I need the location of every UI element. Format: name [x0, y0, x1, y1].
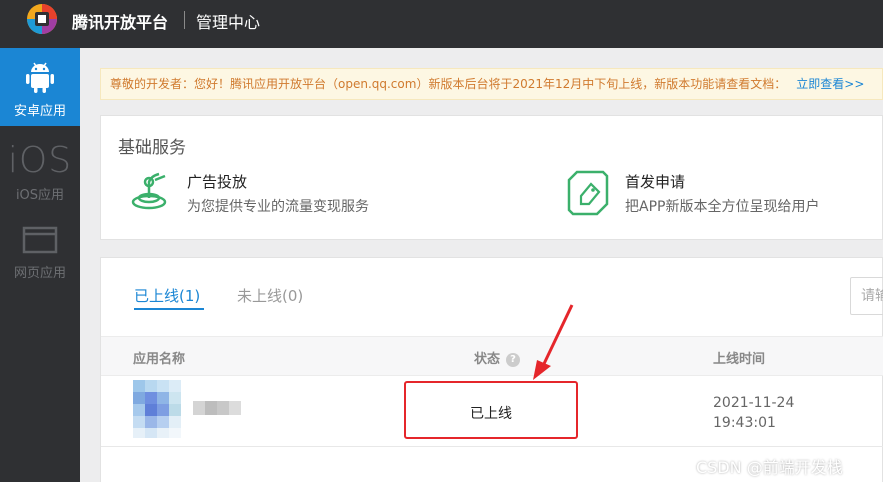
- annotation-arrow-icon: [533, 304, 574, 380]
- service-desc: 为您提供专业的流量变现服务: [187, 199, 369, 215]
- ios-icon: iOS: [7, 140, 73, 181]
- watermark: CSDN @前端开发栈: [696, 458, 843, 477]
- header-divider: [184, 11, 185, 29]
- column-header-status: 状态?: [474, 348, 521, 367]
- ad-delivery-icon: [131, 172, 167, 210]
- sidebar-item-web-apps[interactable]: 网页应用: [0, 216, 80, 294]
- sidebar-item-android-apps[interactable]: 安卓应用: [0, 48, 80, 126]
- table-header: 应用名称 状态? 上线时间: [101, 336, 883, 376]
- section-title[interactable]: 管理中心: [196, 9, 260, 33]
- table-row[interactable]: 已上线 2021-11-24 19:43:01: [101, 376, 883, 447]
- apps-card: 已上线(1) 未上线(0) 请输 应用名称 状态? 上线时间: [100, 257, 883, 482]
- search-placeholder: 请输: [861, 288, 883, 304]
- notice-link[interactable]: 立即查看>>: [796, 77, 864, 91]
- online-clock: 19:43:01: [713, 415, 776, 431]
- sidebar-item-label: 安卓应用: [13, 104, 66, 119]
- tab-online[interactable]: 已上线(1): [134, 285, 200, 306]
- column-header-app-name: 应用名称: [133, 352, 186, 367]
- sidebar-item-label: 网页应用: [13, 266, 66, 281]
- brand-title[interactable]: 腾讯开放平台: [72, 9, 168, 33]
- service-desc: 把APP新版本全方位呈现给用户: [625, 199, 820, 215]
- search-input[interactable]: 请输: [850, 277, 883, 315]
- sidebar: 安卓应用 iOS iOS应用 网页应用: [0, 48, 80, 482]
- online-date: 2021-11-24: [713, 395, 795, 411]
- status-highlight-box: 已上线: [404, 381, 578, 439]
- card-title: 基础服务: [118, 138, 186, 158]
- status-text: 已上线: [470, 406, 512, 422]
- service-title: 广告投放: [187, 173, 248, 191]
- column-header-status-label: 状态: [474, 352, 501, 367]
- column-header-online-time: 上线时间: [713, 352, 766, 367]
- help-icon[interactable]: ?: [506, 353, 521, 367]
- online-time: 2021-11-24 19:43:01: [713, 393, 794, 433]
- tencent-open-platform-logo[interactable]: [24, 2, 64, 38]
- launch-tag-icon: [567, 170, 609, 216]
- top-bar: 腾讯开放平台 管理中心: [0, 0, 883, 48]
- app-icon[interactable]: [133, 380, 181, 438]
- app-name-blurred: [193, 401, 241, 415]
- tab-underline: [134, 308, 204, 310]
- tab-offline[interactable]: 未上线(0): [237, 285, 303, 306]
- notice-banner: 尊敬的开发者：您好！腾讯应用开放平台（open.qq.com）新版本后台将于20…: [100, 68, 883, 100]
- sidebar-item-ios-apps[interactable]: iOS iOS应用: [0, 136, 80, 214]
- notice-text: 尊敬的开发者：您好！腾讯应用开放平台（open.qq.com）新版本后台将于20…: [110, 77, 787, 91]
- android-icon: [26, 62, 54, 93]
- basic-services-card: 基础服务 广告投放 为您提供专业的流量变现服务 首发申请 把APP新版本全方位呈…: [100, 115, 883, 240]
- sidebar-item-label: iOS应用: [15, 188, 65, 203]
- web-window-icon: [22, 226, 58, 254]
- service-title: 首发申请: [625, 173, 686, 191]
